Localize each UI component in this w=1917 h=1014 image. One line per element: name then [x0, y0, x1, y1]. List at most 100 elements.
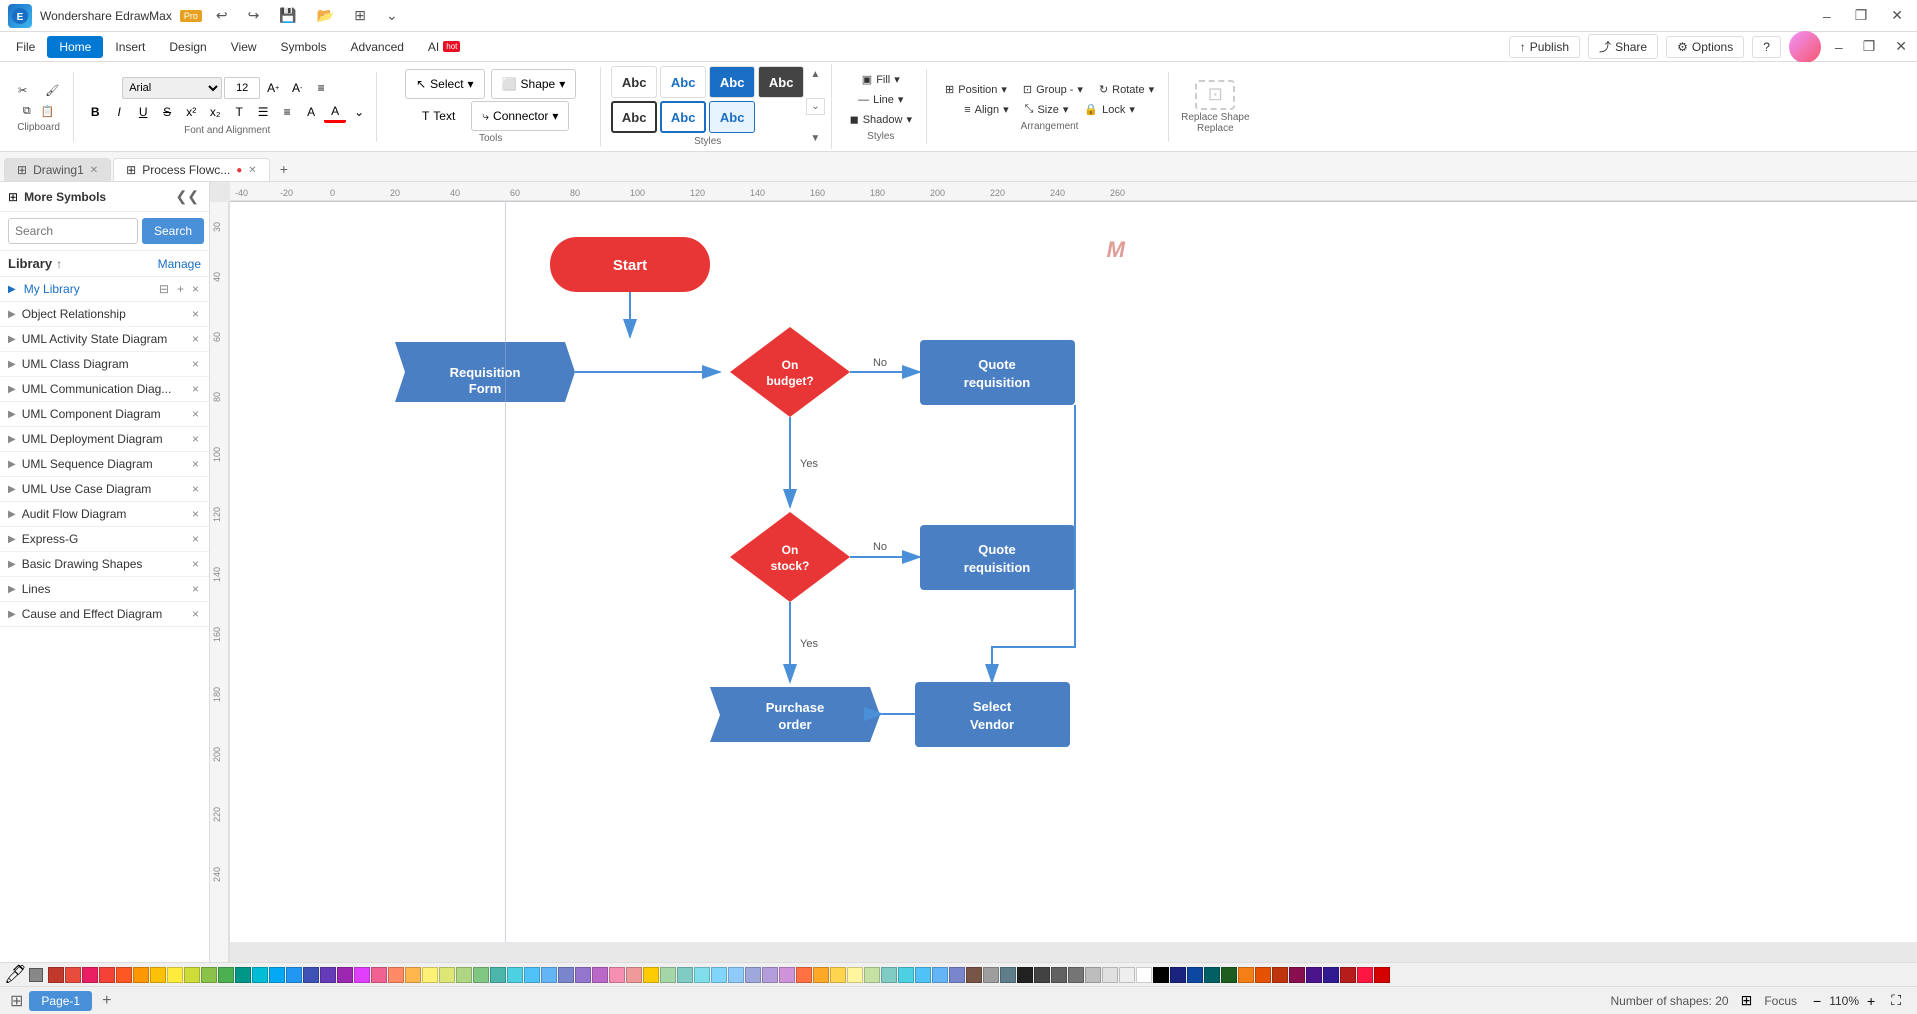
open-btn[interactable]: 📂 [311, 5, 340, 26]
share-btn[interactable]: ⤴ Share [1588, 34, 1658, 59]
color-swatch[interactable] [1255, 967, 1271, 983]
canvas-content[interactable]: Start Requisition Form On budget? No [230, 202, 1917, 942]
style-swatch-2[interactable]: Abc [660, 66, 706, 98]
no-fill-btn[interactable] [29, 968, 43, 982]
color-swatch[interactable] [711, 967, 727, 983]
color-swatch[interactable] [65, 967, 81, 983]
color-swatch[interactable] [269, 967, 285, 983]
color-swatch[interactable] [473, 967, 489, 983]
format-painter-btn[interactable]: 🖌 [37, 80, 67, 101]
color-swatch[interactable] [235, 967, 251, 983]
color-swatch[interactable] [660, 967, 676, 983]
color-swatch[interactable] [983, 967, 999, 983]
user-avatar[interactable] [1789, 31, 1821, 63]
my-library-item[interactable]: ▶ My Library ⊟ + × [0, 277, 209, 302]
color-swatch[interactable] [745, 967, 761, 983]
color-swatch[interactable] [1017, 967, 1033, 983]
lib-item-uml-sequence[interactable]: ▶ UML Sequence Diagram × [0, 452, 209, 477]
position-btn[interactable]: ⊞ Position ▾ [939, 81, 1013, 98]
color-swatch[interactable] [320, 967, 336, 983]
minimize-btn2[interactable]: – [1829, 37, 1849, 57]
color-swatch[interactable] [558, 967, 574, 983]
group-btn[interactable]: ⊡ Group - ▾ [1017, 81, 1089, 98]
color-swatch[interactable] [99, 967, 115, 983]
lib-close-btn[interactable]: × [190, 432, 201, 446]
lib-item-uml-deployment[interactable]: ▶ UML Deployment Diagram × [0, 427, 209, 452]
color-swatch[interactable] [1170, 967, 1186, 983]
color-swatch[interactable] [1340, 967, 1356, 983]
color-swatch[interactable] [915, 967, 931, 983]
lib-item-uml-usecase[interactable]: ▶ UML Use Case Diagram × [0, 477, 209, 502]
select-vendor-shape[interactable] [915, 682, 1070, 747]
select-btn[interactable]: ↖ Select ▾ [405, 69, 484, 99]
redo-btn[interactable]: ↪ [242, 5, 266, 26]
color-swatch[interactable] [813, 967, 829, 983]
color-swatch[interactable] [371, 967, 387, 983]
fit-icon-btn[interactable]: ⊞ [1741, 992, 1753, 1009]
stock-shape[interactable] [730, 512, 850, 602]
fullscreen-btn[interactable]: ⛶ [1891, 992, 1901, 1009]
restore-btn[interactable]: ❐ [1849, 5, 1874, 26]
undo-btn[interactable]: ↩ [210, 5, 234, 26]
color-swatch[interactable] [1289, 967, 1305, 983]
lib-close-btn[interactable]: × [190, 407, 201, 421]
color-swatch[interactable] [167, 967, 183, 983]
color-swatch[interactable] [1323, 967, 1339, 983]
color-swatch[interactable] [864, 967, 880, 983]
bullet-btn[interactable]: ☰ [252, 101, 274, 123]
color-swatch[interactable] [388, 967, 404, 983]
panel-collapse-btn[interactable]: ❮❮ [174, 188, 201, 205]
color-swatch[interactable] [456, 967, 472, 983]
tab-process-close[interactable]: ✕ [248, 165, 256, 176]
color-swatch[interactable] [354, 967, 370, 983]
close-btn2[interactable]: ✕ [1889, 36, 1913, 57]
copy-btn[interactable]: ⧉ [19, 103, 35, 120]
menu-symbols[interactable]: Symbols [269, 36, 339, 58]
color-swatch[interactable] [1272, 967, 1288, 983]
lib-close-btn[interactable]: × [190, 457, 201, 471]
my-library-close-btn[interactable]: × [190, 282, 201, 296]
line-btn[interactable]: — Line ▾ [852, 91, 909, 108]
color-swatch[interactable] [490, 967, 506, 983]
color-swatch[interactable] [252, 967, 268, 983]
color-swatch[interactable] [541, 967, 557, 983]
lib-close-btn[interactable]: × [190, 307, 201, 321]
lib-item-object-relationship[interactable]: ▶ Object Relationship × [0, 302, 209, 327]
color-swatch[interactable] [184, 967, 200, 983]
restore-btn2[interactable]: ❐ [1857, 36, 1882, 57]
my-library-add-btn[interactable]: + [175, 282, 186, 296]
lib-close-btn[interactable]: × [190, 357, 201, 371]
color-swatch[interactable] [626, 967, 642, 983]
close-btn[interactable]: ✕ [1885, 5, 1909, 26]
bold-btn[interactable]: B [84, 101, 106, 123]
color-swatch[interactable] [48, 967, 64, 983]
color-swatch[interactable] [1153, 967, 1169, 983]
align-btn[interactable]: ≡ Align ▾ [958, 101, 1014, 118]
color-swatch[interactable] [1034, 967, 1050, 983]
color-swatch[interactable] [949, 967, 965, 983]
color-swatch[interactable] [1357, 967, 1373, 983]
color-swatch[interactable] [1136, 967, 1152, 983]
color-swatch[interactable] [286, 967, 302, 983]
zoom-out-btn[interactable]: − [1809, 991, 1825, 1011]
font-bg-btn[interactable]: A [300, 101, 322, 123]
color-swatch[interactable] [881, 967, 897, 983]
req-form-shape[interactable]: Requisition Form [395, 342, 575, 402]
strikethrough-btn[interactable]: S [156, 101, 178, 123]
lib-close-btn[interactable]: × [190, 532, 201, 546]
color-swatch[interactable] [201, 967, 217, 983]
tab-drawing1-close[interactable]: ✕ [90, 165, 98, 176]
lib-item-audit-flow[interactable]: ▶ Audit Flow Diagram × [0, 502, 209, 527]
color-swatch[interactable] [932, 967, 948, 983]
color-swatch[interactable] [1221, 967, 1237, 983]
fill-btn[interactable]: ▣ Fill ▾ [856, 71, 906, 88]
expand-font-btn[interactable]: ⌄ [348, 101, 370, 123]
color-swatch[interactable] [1374, 967, 1390, 983]
quote-req2-shape[interactable] [920, 525, 1075, 590]
text-style-btn[interactable]: T [228, 101, 250, 123]
color-swatch[interactable] [762, 967, 778, 983]
color-swatch[interactable] [82, 967, 98, 983]
italic-btn[interactable]: I [108, 101, 130, 123]
text-btn[interactable]: T Text [412, 101, 465, 131]
paste-btn[interactable]: 📋 [37, 103, 59, 120]
